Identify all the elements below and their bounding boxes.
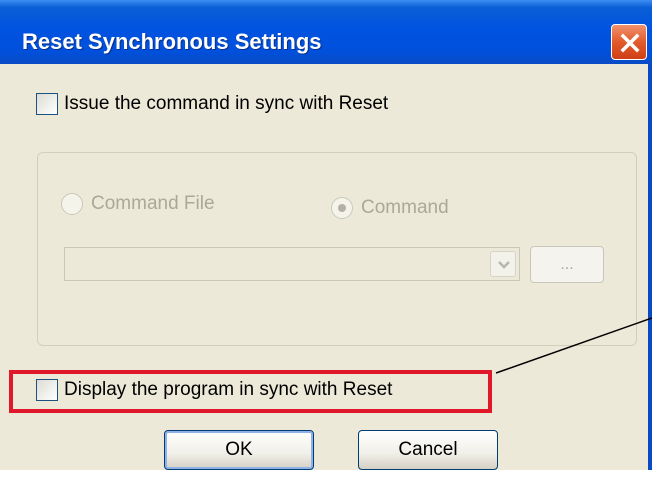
annotation-pointer-line: [495, 317, 652, 374]
